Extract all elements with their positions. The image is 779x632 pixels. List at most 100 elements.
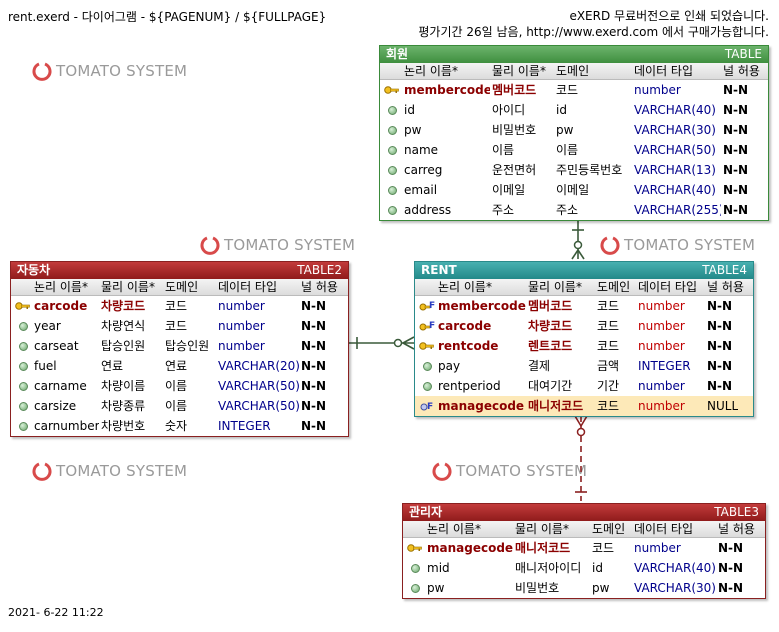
table-row[interactable]: name 이름 이름 VARCHAR(50) N-N bbox=[380, 140, 768, 160]
column-physical-name: 연료 bbox=[101, 359, 124, 373]
column-datatype: VARCHAR(13) bbox=[634, 163, 716, 177]
column-physical-name: 매니저코드 bbox=[528, 399, 584, 413]
column-physical-name: 차량이름 bbox=[101, 379, 146, 393]
column-nullable: N-N bbox=[301, 399, 327, 413]
column-dot-icon bbox=[384, 120, 400, 140]
column-datatype: VARCHAR(30) bbox=[634, 581, 716, 595]
column-physical-name: 멤버코드 bbox=[492, 83, 537, 97]
column-domain: 이름 bbox=[165, 399, 188, 413]
table-row[interactable]: Fmembercode 멤버코드 코드 number N-N bbox=[415, 296, 753, 316]
column-domain: 금액 bbox=[597, 359, 620, 373]
column-header-logical: 논리 이름* bbox=[438, 280, 492, 294]
column-physical-name: 매니저아이디 bbox=[515, 561, 582, 575]
column-domain: 코드 bbox=[597, 319, 620, 333]
table-row[interactable]: rentcode 렌트코드 코드 number N-N bbox=[415, 336, 753, 356]
table-car[interactable]: 자동차 TABLE2 논리 이름* 물리 이름* 도메인 데이터 타입 널 허용 carc… bbox=[10, 261, 349, 437]
table-title-bar[interactable]: 회원 TABLE bbox=[380, 46, 768, 63]
column-header-row: 논리 이름* 물리 이름* 도메인 데이터 타입 널 허용 bbox=[403, 521, 765, 538]
table-row[interactable]: rentperiod 대여기간 기간 number N-N bbox=[415, 376, 753, 396]
column-datatype: VARCHAR(40) bbox=[634, 103, 716, 117]
pk-key-icon bbox=[419, 336, 435, 356]
table-row[interactable]: mid 매니저아이디 id VARCHAR(40) N-N bbox=[403, 558, 765, 578]
table-name: 자동차 bbox=[17, 263, 51, 277]
column-datatype: VARCHAR(40) bbox=[634, 561, 716, 575]
column-physical-name: 주소 bbox=[492, 203, 515, 217]
table-row[interactable]: carseat 탑승인원 탑승인원 number N-N bbox=[11, 336, 348, 356]
column-nullable: N-N bbox=[707, 319, 733, 333]
table-title-bar[interactable]: 관리자 TABLE3 bbox=[403, 504, 765, 521]
pk-fk-key-icon: F bbox=[419, 316, 435, 336]
column-physical-name: 결제 bbox=[528, 359, 551, 373]
column-nullable: N-N bbox=[707, 299, 733, 313]
column-domain: 주민등록번호 bbox=[556, 163, 623, 177]
column-nullable: N-N bbox=[723, 123, 749, 137]
table-row[interactable]: carreg 운전면허 주민등록번호 VARCHAR(13) N-N bbox=[380, 160, 768, 180]
column-dot-icon bbox=[407, 578, 423, 598]
column-physical-name: 매니저코드 bbox=[515, 541, 571, 555]
column-header-physical: 물리 이름* bbox=[515, 522, 569, 536]
table-rent[interactable]: RENT TABLE4 논리 이름* 물리 이름* 도메인 데이터 타입 널 허용 Fme… bbox=[414, 261, 754, 417]
column-dot-icon bbox=[407, 558, 423, 578]
column-header-domain: 도메인 bbox=[592, 522, 626, 536]
column-nullable: N-N bbox=[723, 83, 749, 97]
column-datatype: number bbox=[218, 339, 265, 353]
column-logical-name: carname bbox=[34, 379, 87, 393]
column-physical-name: 멤버코드 bbox=[528, 299, 573, 313]
column-logical-name: carseat bbox=[34, 339, 79, 353]
table-manager[interactable]: 관리자 TABLE3 논리 이름* 물리 이름* 도메인 데이터 타입 널 허용 mana… bbox=[402, 503, 766, 599]
relationship-member-rent[interactable] bbox=[571, 219, 585, 260]
column-domain: pw bbox=[556, 123, 574, 137]
column-logical-name: managecode bbox=[438, 399, 525, 413]
column-logical-name: email bbox=[404, 183, 438, 197]
column-datatype: VARCHAR(255) bbox=[634, 203, 721, 217]
column-domain: 코드 bbox=[597, 339, 620, 353]
table-row[interactable]: pw 비밀번호 pw VARCHAR(30) N-N bbox=[380, 120, 768, 140]
relationship-manager-rent[interactable] bbox=[574, 415, 588, 501]
table-label: TABLE2 bbox=[297, 263, 342, 277]
table-row[interactable]: id 아이디 id VARCHAR(40) N-N bbox=[380, 100, 768, 120]
column-datatype: number bbox=[634, 83, 681, 97]
table-row[interactable]: fuel 연료 연료 VARCHAR(20) N-N bbox=[11, 356, 348, 376]
table-title-bar[interactable]: 자동차 TABLE2 bbox=[11, 262, 348, 279]
table-row[interactable]: address 주소 주소 VARCHAR(255) N-N bbox=[380, 200, 768, 220]
column-nullable: N-N bbox=[301, 319, 327, 333]
column-logical-name: membercode bbox=[438, 299, 526, 313]
column-header-datatype: 데이터 타입 bbox=[634, 522, 694, 536]
table-row[interactable]: Fmanagecode 매니저코드 코드 number NULL bbox=[415, 396, 753, 416]
column-header-datatype: 데이터 타입 bbox=[218, 280, 278, 294]
column-physical-name: 대여기간 bbox=[528, 379, 573, 393]
column-physical-name: 비밀번호 bbox=[515, 581, 560, 595]
table-row[interactable]: carnumber 차량번호 숫자 INTEGER N-N bbox=[11, 416, 348, 436]
table-row[interactable]: pw 비밀번호 pw VARCHAR(30) N-N bbox=[403, 578, 765, 598]
column-dot-icon bbox=[15, 356, 31, 376]
table-name: 회원 bbox=[386, 47, 409, 61]
column-datatype: VARCHAR(20) bbox=[218, 359, 299, 373]
column-nullable: N-N bbox=[301, 339, 327, 353]
column-logical-name: mid bbox=[427, 561, 450, 575]
column-physical-name: 차량코드 bbox=[101, 299, 146, 313]
table-row[interactable]: pay 결제 금액 INTEGER N-N bbox=[415, 356, 753, 376]
table-row[interactable]: managecode 매니저코드 코드 number N-N bbox=[403, 538, 765, 558]
column-domain: 코드 bbox=[556, 83, 579, 97]
column-physical-name: 차량연식 bbox=[101, 319, 146, 333]
table-row[interactable]: email 이메일 이메일 VARCHAR(40) N-N bbox=[380, 180, 768, 200]
column-dot-icon bbox=[419, 376, 435, 396]
column-header-domain: 도메인 bbox=[556, 64, 590, 78]
column-physical-name: 차량종류 bbox=[101, 399, 146, 413]
table-row[interactable]: Fcarcode 차량코드 코드 number N-N bbox=[415, 316, 753, 336]
column-dot-icon bbox=[384, 200, 400, 220]
column-header-row: 논리 이름* 물리 이름* 도메인 데이터 타입 널 허용 bbox=[11, 279, 348, 296]
table-row[interactable]: carcode 차량코드 코드 number N-N bbox=[11, 296, 348, 316]
column-physical-name: 아이디 bbox=[492, 103, 526, 117]
column-dot-icon bbox=[384, 100, 400, 120]
column-domain: 코드 bbox=[592, 541, 615, 555]
relationship-car-rent[interactable] bbox=[347, 336, 415, 350]
column-domain: 탑승인원 bbox=[165, 339, 210, 353]
table-title-bar[interactable]: RENT TABLE4 bbox=[415, 262, 753, 279]
table-member[interactable]: 회원 TABLE 논리 이름* 물리 이름* 도메인 데이터 타입 널 허용 member… bbox=[379, 45, 769, 221]
table-row[interactable]: membercode 멤버코드 코드 number N-N bbox=[380, 80, 768, 100]
table-row[interactable]: carsize 차량종류 이름 VARCHAR(50) N-N bbox=[11, 396, 348, 416]
table-row[interactable]: carname 차량이름 이름 VARCHAR(50) N-N bbox=[11, 376, 348, 396]
table-row[interactable]: year 차량연식 코드 number N-N bbox=[11, 316, 348, 336]
pk-fk-key-icon: F bbox=[419, 296, 435, 316]
